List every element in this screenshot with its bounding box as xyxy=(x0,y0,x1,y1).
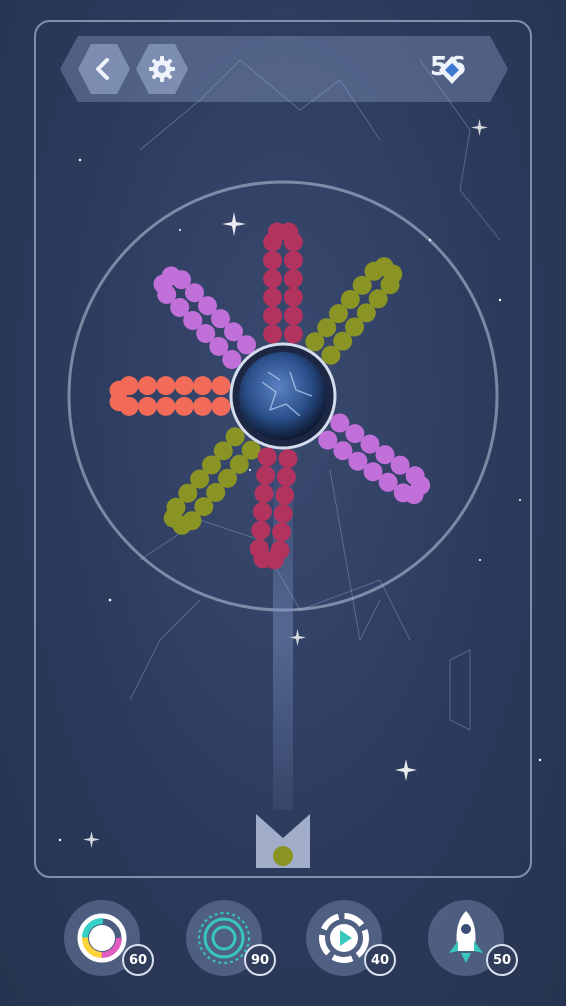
powerup-count: 60 xyxy=(122,944,154,976)
powerup-count: 90 xyxy=(244,944,276,976)
powerup-rocket-button[interactable]: 50 xyxy=(428,900,518,976)
powerup-count: 50 xyxy=(486,944,518,976)
powerup-rainbow-button[interactable]: 60 xyxy=(64,900,154,976)
powerup-target-button[interactable]: 90 xyxy=(186,900,276,976)
play-area-frame xyxy=(34,20,532,878)
powerup-count: 40 xyxy=(364,944,396,976)
gear-icon xyxy=(149,56,175,82)
diamond-icon xyxy=(439,56,465,84)
chevron-left-icon xyxy=(96,58,109,80)
powerup-play-button[interactable]: 40 xyxy=(306,900,396,976)
rocket-icon xyxy=(449,911,483,963)
